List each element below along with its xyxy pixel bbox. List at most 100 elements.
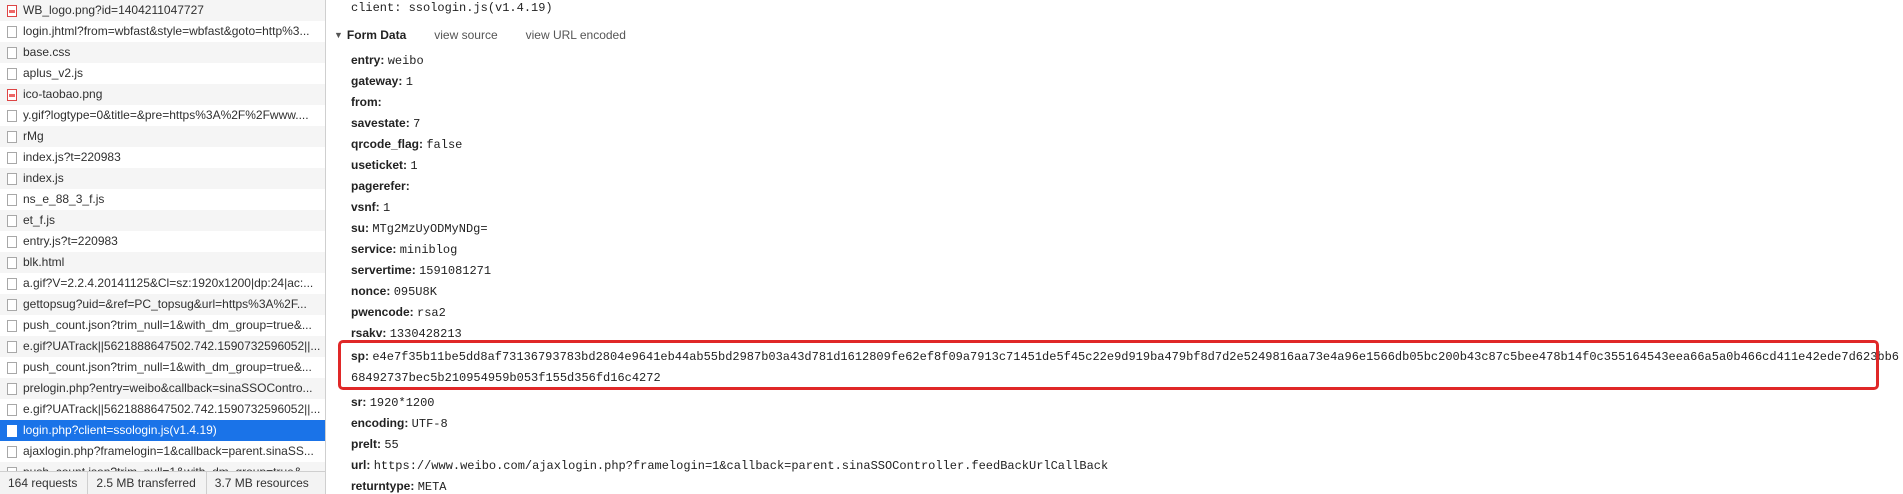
form-field: sr: 1920*1200 (351, 392, 1108, 413)
request-row[interactable]: push_count.json?trim_null=1&with_dm_grou… (0, 315, 325, 336)
request-name: e.gif?UATrack||5621888647502.742.1590732… (23, 339, 321, 353)
form-data-title: Form Data (346, 28, 407, 42)
request-name: push_count.json?trim_null=1&with_dm_grou… (23, 318, 312, 332)
image-file-icon (7, 88, 17, 101)
field-key: from: (351, 95, 382, 109)
network-summary-bar: 164 requests 2.5 MB transferred 3.7 MB r… (0, 471, 325, 494)
request-row[interactable]: gettopsug?uid=&ref=PC_topsug&url=https%3… (0, 294, 325, 315)
request-name: ico-taobao.png (23, 87, 103, 101)
request-name: base.css (23, 45, 71, 59)
document-file-icon (7, 256, 17, 269)
form-field: pagerefer: (351, 176, 491, 197)
document-file-icon (7, 214, 17, 227)
request-row[interactable]: index.js (0, 168, 325, 189)
request-name: entry.js?t=220983 (23, 234, 118, 248)
field-key: nonce: (351, 284, 391, 298)
field-key: qrcode_flag: (351, 137, 424, 151)
document-file-icon (7, 46, 17, 59)
document-file-icon (7, 277, 17, 290)
document-file-icon (7, 109, 17, 122)
request-row[interactable]: e.gif?UATrack||5621888647502.742.1590732… (0, 336, 325, 357)
field-key: url: (351, 458, 371, 472)
form-field: nonce: 095U8K (351, 281, 491, 302)
field-value: 1920*1200 (369, 396, 435, 410)
form-data-header[interactable]: ▼ Form Data view source view URL encoded (334, 28, 626, 42)
field-key: su: (351, 221, 369, 235)
resources-size: 3.7 MB resources (214, 476, 309, 490)
field-key: encoding: (351, 416, 409, 430)
request-name: index.js (23, 171, 64, 185)
request-row[interactable]: y.gif?logtype=0&title=&pre=https%3A%2F%2… (0, 105, 325, 126)
request-row[interactable]: rMg (0, 126, 325, 147)
form-field-sp: sp: e4e7f35b11be5dd8af73136793783bd2804e… (351, 349, 1899, 385)
request-name: login.php?client=ssologin.js(v1.4.19) (23, 423, 217, 437)
request-row[interactable]: prelogin.php?entry=weibo&callback=sinaSS… (0, 378, 325, 399)
field-value: UTF-8 (411, 417, 448, 431)
view-source-link[interactable]: view source (434, 28, 497, 42)
field-value: 1330428213 (389, 327, 462, 341)
field-key: gateway: (351, 74, 403, 88)
form-field: servertime: 1591081271 (351, 260, 491, 281)
field-value: 1 (405, 75, 413, 89)
document-file-icon (7, 151, 17, 164)
field-value: miniblog (399, 243, 458, 257)
form-fields-group-b: sr: 1920*1200 encoding: UTF-8 prelt: 55 url… (351, 392, 1108, 494)
request-row[interactable]: entry.js?t=220983 (0, 231, 325, 252)
form-field: gateway: 1 (351, 71, 491, 92)
request-row[interactable]: aplus_v2.js (0, 63, 325, 84)
request-name: index.js?t=220983 (23, 150, 121, 164)
request-name: aplus_v2.js (23, 66, 84, 80)
field-value: https://www.weibo.com/ajaxlogin.php?fram… (373, 459, 1109, 473)
field-value: 1591081271 (419, 264, 492, 278)
request-row[interactable]: login.php?client=ssologin.js(v1.4.19) (0, 420, 325, 441)
field-value: 7 (413, 117, 421, 131)
field-value: rsa2 (417, 306, 446, 320)
view-url-encoded-link[interactable]: view URL encoded (526, 28, 626, 42)
request-row[interactable]: login.jhtml?from=wbfast&style=wbfast&got… (0, 21, 325, 42)
document-file-icon (7, 298, 17, 311)
request-name: gettopsug?uid=&ref=PC_topsug&url=https%3… (23, 297, 307, 311)
request-row[interactable]: push_count.json?trim_null=1&with_dm_grou… (0, 357, 325, 378)
form-field: qrcode_flag: false (351, 134, 491, 155)
document-file-icon (7, 445, 17, 458)
document-file-icon (7, 193, 17, 206)
request-row[interactable]: blk.html (0, 252, 325, 273)
field-key: useticket: (351, 158, 408, 172)
request-name: ajaxlogin.php?framelogin=1&callback=pare… (23, 444, 314, 458)
request-row[interactable]: e.gif?UATrack||5621888647502.742.1590732… (0, 399, 325, 420)
field-key: returntype: (351, 479, 415, 493)
request-row[interactable]: ico-taobao.png (0, 84, 325, 105)
sp-value: e4e7f35b11be5dd8af73136793783bd2804e9641… (351, 350, 1899, 385)
form-field: rsakv: 1330428213 (351, 323, 491, 344)
request-row[interactable]: ajaxlogin.php?framelogin=1&callback=pare… (0, 441, 325, 462)
collapse-triangle-icon[interactable]: ▼ (334, 30, 343, 40)
request-row[interactable]: et_f.js (0, 210, 325, 231)
image-file-icon (7, 4, 17, 17)
field-value: 1 (383, 201, 391, 215)
form-field: prelt: 55 (351, 434, 1108, 455)
form-field: service: miniblog (351, 239, 491, 260)
field-value: MTg2MzUyODMyNDg= (372, 222, 488, 236)
field-key: prelt: (351, 437, 381, 451)
field-key: vsnf: (351, 200, 380, 214)
field-key: rsakv: (351, 326, 387, 340)
form-field: pwencode: rsa2 (351, 302, 491, 323)
request-name: WB_logo.png?id=1404211047727 (23, 3, 204, 17)
field-value: weibo (387, 54, 424, 68)
document-file-icon (7, 25, 17, 38)
request-row[interactable]: a.gif?V=2.2.4.20141125&Cl=sz:1920x1200|d… (0, 273, 325, 294)
request-row[interactable]: ns_e_88_3_f.js (0, 189, 325, 210)
form-field: url: https://www.weibo.com/ajaxlogin.php… (351, 455, 1108, 476)
request-row[interactable]: index.js?t=220983 (0, 147, 325, 168)
request-count: 164 requests (0, 472, 89, 494)
field-value: 095U8K (393, 285, 437, 299)
document-file-icon (7, 403, 17, 416)
request-name: et_f.js (23, 213, 56, 227)
document-file-icon (7, 382, 17, 395)
request-row[interactable]: WB_logo.png?id=1404211047727 (0, 0, 325, 21)
request-row[interactable]: base.css (0, 42, 325, 63)
form-fields-group-a: entry: weibo gateway: 1 from: savestate: 7… (351, 50, 491, 344)
field-key: savestate: (351, 116, 410, 130)
form-field: encoding: UTF-8 (351, 413, 1108, 434)
form-field: vsnf: 1 (351, 197, 491, 218)
